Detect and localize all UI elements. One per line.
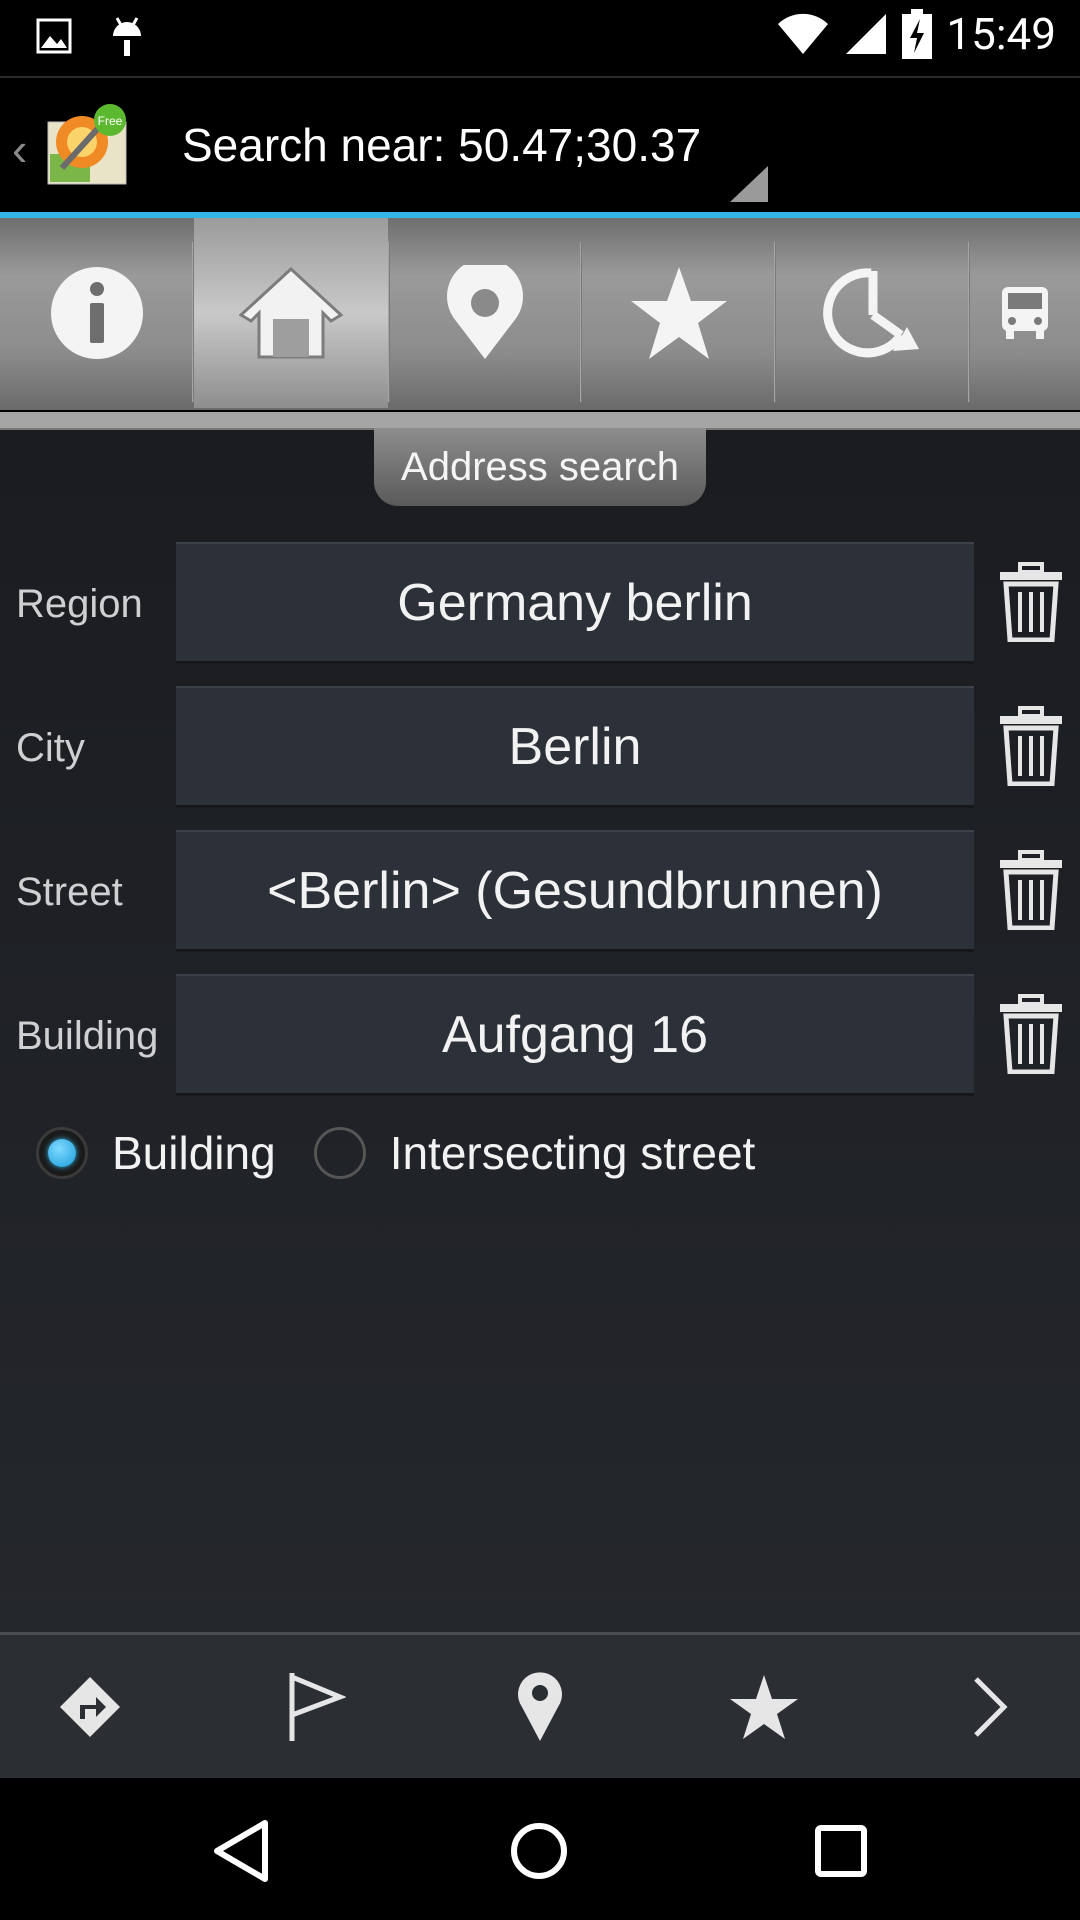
address-search-form: Address search Region Germany berlin Cit…: [0, 428, 1080, 1632]
trash-icon[interactable]: [998, 994, 1064, 1074]
spinner-indicator-icon: [730, 166, 768, 202]
nav-home-button[interactable]: [494, 1806, 584, 1896]
directions-button[interactable]: [40, 1657, 140, 1757]
tab-address[interactable]: [194, 218, 388, 408]
street-label: Street: [16, 870, 123, 914]
city-label: City: [16, 726, 85, 770]
map-pin-icon: [518, 1672, 562, 1741]
chevron-right-icon: [974, 1677, 1008, 1737]
back-icon: [214, 1820, 268, 1882]
street-field[interactable]: <Berlin> (Gesundbrunnen): [176, 830, 974, 952]
android-icon: [113, 17, 141, 56]
search-mode-radio-group: Building Intersecting street: [36, 1126, 755, 1180]
tab-history[interactable]: [776, 218, 970, 408]
directions-icon: [60, 1677, 120, 1737]
system-nav-bar: [0, 1778, 1080, 1920]
page-title[interactable]: Search near: 50.47;30.37: [182, 118, 701, 172]
recents-icon: [815, 1825, 867, 1877]
battery-charging-icon: [902, 9, 933, 59]
up-chevron-icon[interactable]: ‹: [12, 122, 27, 176]
radio-building-label[interactable]: Building: [112, 1126, 276, 1180]
tab-poi[interactable]: [388, 218, 582, 408]
trash-icon[interactable]: [998, 562, 1064, 642]
building-row: Building Aufgang 16: [0, 974, 1080, 1096]
favorite-button[interactable]: [714, 1657, 814, 1757]
signal-icon: [846, 14, 887, 54]
svg-text:Free: Free: [98, 114, 123, 128]
bottom-toolbar: [0, 1632, 1080, 1778]
wifi-icon: [778, 13, 829, 54]
clock: 15:49: [946, 8, 1056, 60]
home-icon: [239, 266, 343, 359]
radio-building[interactable]: [36, 1127, 88, 1179]
tab-favorites[interactable]: [582, 218, 776, 408]
next-button[interactable]: [940, 1657, 1040, 1757]
trash-icon[interactable]: [998, 706, 1064, 786]
info-icon: [51, 267, 143, 359]
building-field[interactable]: Aufgang 16: [176, 974, 974, 1096]
tab-tooltip: Address search: [374, 428, 706, 506]
app-logo[interactable]: Free: [44, 104, 128, 188]
nav-recents-button[interactable]: [796, 1806, 886, 1896]
home-circle-icon: [511, 1823, 567, 1879]
status-bar: 15:49: [0, 0, 1080, 76]
flag-button[interactable]: [266, 1657, 366, 1757]
star-icon: [730, 1675, 798, 1739]
image-icon: [36, 18, 72, 54]
search-tab-strip: [0, 218, 1080, 410]
action-bar: ‹ Free Search near: 50.47;30.37: [0, 76, 1080, 216]
star-icon: [631, 267, 727, 359]
city-row: City Berlin: [0, 686, 1080, 808]
building-label: Building: [16, 1014, 159, 1058]
map-pin-icon: [447, 265, 523, 359]
tab-info[interactable]: [0, 218, 194, 408]
region-row: Region Germany berlin: [0, 542, 1080, 664]
street-row: Street <Berlin> (Gesundbrunnen): [0, 830, 1080, 952]
bus-icon: [1002, 287, 1048, 339]
flag-icon: [289, 1673, 346, 1741]
radio-intersecting-street-label[interactable]: Intersecting street: [390, 1126, 756, 1180]
trash-icon[interactable]: [998, 850, 1064, 930]
history-icon: [823, 268, 919, 358]
region-label: Region: [16, 582, 143, 626]
tab-transport[interactable]: [970, 218, 1080, 408]
region-field[interactable]: Germany berlin: [176, 542, 974, 664]
nav-back-button[interactable]: [196, 1806, 286, 1896]
city-field[interactable]: Berlin: [176, 686, 974, 808]
location-button[interactable]: [490, 1657, 590, 1757]
radio-intersecting-street[interactable]: [313, 1127, 366, 1179]
